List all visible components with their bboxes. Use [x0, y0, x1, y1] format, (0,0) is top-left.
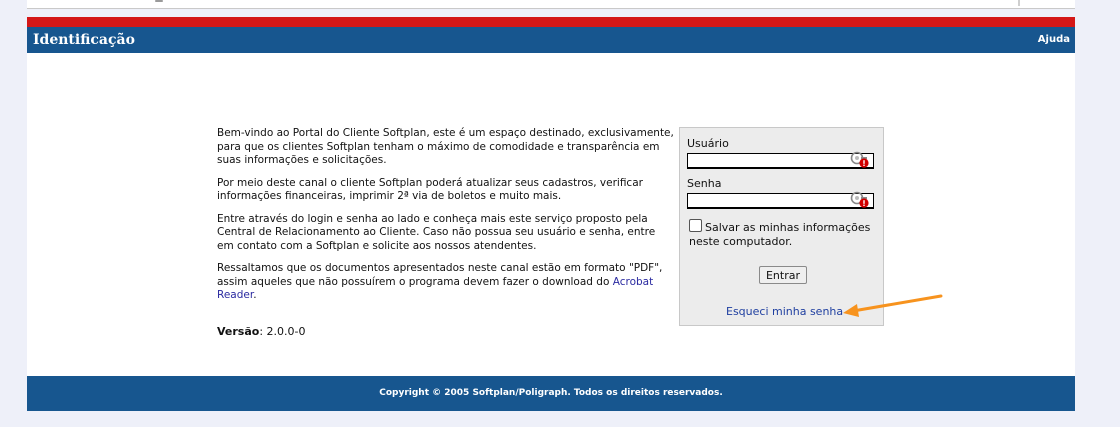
footer-bar: Copyright © 2005 Softplan/Poligraph. Tod… [27, 376, 1075, 411]
key-warning-icon[interactable] [849, 191, 871, 209]
save-info-label: Salvar as minhas informações neste compu… [689, 221, 871, 248]
version-label: Versão [217, 324, 260, 338]
save-info-row: Salvar as minhas informações neste compu… [689, 219, 879, 249]
intro-paragraph-4-end: . [253, 289, 257, 301]
top-strip-mark [155, 0, 163, 2]
main-content: Bem-vindo ao Portal do Cliente Softplan,… [27, 53, 1075, 376]
password-field-wrapper [687, 191, 874, 209]
save-info-checkbox[interactable] [689, 219, 702, 232]
intro-paragraph-4: Ressaltamos que os documentos apresentad… [217, 262, 675, 303]
user-label: Usuário [687, 137, 729, 150]
help-link[interactable]: Ajuda [1038, 34, 1070, 45]
intro-paragraph-3: Entre através do login e senha ao lado e… [217, 212, 656, 252]
version-value: : 2.0.0-0 [259, 324, 306, 338]
top-strip [27, 0, 1075, 9]
intro-paragraph-1: Bem-vindo ao Portal do Cliente Softplan,… [217, 127, 674, 166]
forgot-password-link[interactable]: Esqueci minha senha [726, 305, 843, 318]
enter-button[interactable]: Entrar [759, 266, 807, 284]
version-info: Versão: 2.0.0-0 [217, 325, 675, 339]
red-accent-bar [27, 17, 1075, 27]
password-label: Senha [687, 177, 722, 190]
header-bar: Identificação Ajuda [27, 27, 1075, 53]
password-input[interactable] [688, 194, 852, 208]
intro-text: Bem-vindo ao Portal do Cliente Softplan,… [217, 127, 675, 338]
page-title: Identificação [33, 32, 135, 48]
user-input[interactable] [688, 154, 852, 168]
top-strip-divider [1018, 0, 1020, 6]
arrow-annotation [843, 294, 943, 317]
key-warning-icon[interactable] [849, 151, 871, 169]
user-field-wrapper [687, 151, 874, 169]
copyright-text: Copyright © 2005 Softplan/Poligraph. Tod… [379, 388, 723, 398]
intro-paragraph-4-text: Ressaltamos que os documentos apresentad… [217, 262, 663, 288]
intro-paragraph-2: Por meio deste canal o cliente Softplan … [217, 176, 643, 203]
